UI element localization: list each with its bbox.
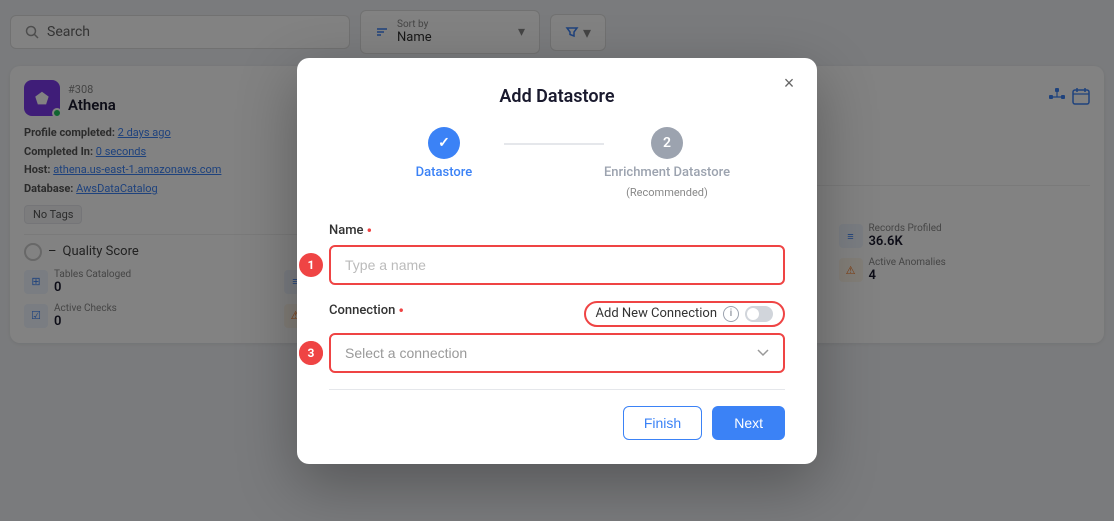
connection-form-group: Connection • Add New Connection i 2 3 Se…: [329, 301, 785, 373]
finish-button[interactable]: Finish: [623, 406, 702, 440]
step-2-sublabel: (Recommended): [626, 186, 708, 199]
name-required-dot: •: [367, 223, 373, 239]
info-icon: i: [723, 306, 739, 322]
name-form-group: Name • 1: [329, 223, 785, 285]
step-2-circle: 2: [651, 127, 683, 159]
step-badge-1: 1: [299, 253, 323, 277]
step-2-label: Enrichment Datastore: [604, 165, 730, 180]
toggle-switch[interactable]: [745, 306, 773, 322]
close-button[interactable]: ×: [777, 72, 801, 96]
connection-select[interactable]: Select a connection: [329, 333, 785, 373]
modal-title: Add Datastore: [329, 86, 785, 107]
step-badge-3: 3: [299, 341, 323, 365]
connection-label: Connection •: [329, 303, 404, 319]
add-connection-toggle[interactable]: Add New Connection i: [584, 301, 785, 327]
step-2-enrichment: 2 Enrichment Datastore (Recommended): [604, 127, 730, 199]
connection-field-wrapper: 2 3 Select a connection: [329, 333, 785, 373]
steps-line: [504, 143, 604, 145]
step-1-datastore: ✓ Datastore: [384, 127, 504, 180]
name-label: Name •: [329, 223, 785, 239]
modal-footer: Finish Next: [329, 406, 785, 440]
name-input[interactable]: [329, 245, 785, 285]
add-connection-text: Add New Connection: [596, 306, 717, 321]
connection-required-dot: •: [398, 303, 404, 319]
step-1-label: Datastore: [416, 165, 473, 180]
select-wrapper: 3 Select a connection: [329, 333, 785, 373]
modal-overlay: × Add Datastore ✓ Datastore 2 Enrichment…: [0, 0, 1114, 521]
name-field-wrapper: 1: [329, 245, 785, 285]
connection-row: Connection • Add New Connection i: [329, 301, 785, 327]
steps-container: ✓ Datastore 2 Enrichment Datastore (Reco…: [329, 127, 785, 199]
modal-divider: [329, 389, 785, 390]
step-1-circle: ✓: [428, 127, 460, 159]
add-datastore-modal: × Add Datastore ✓ Datastore 2 Enrichment…: [297, 58, 817, 464]
next-button[interactable]: Next: [712, 406, 785, 440]
